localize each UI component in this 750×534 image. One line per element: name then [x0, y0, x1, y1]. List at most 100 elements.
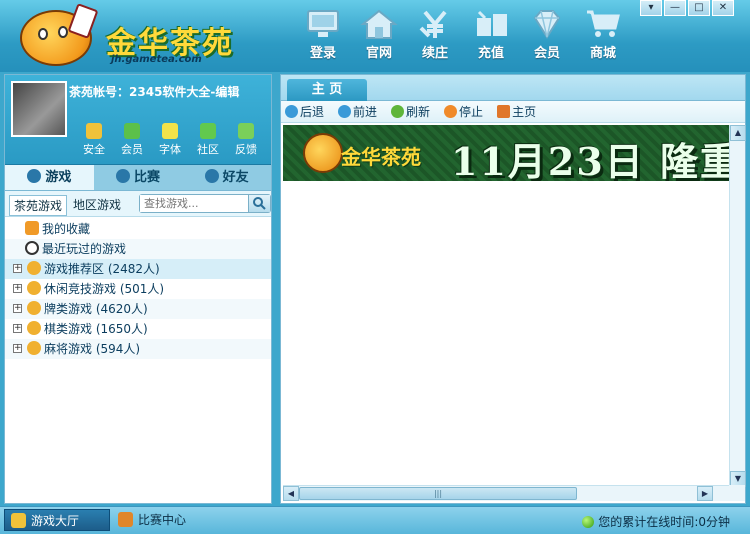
scroll-left-icon[interactable]: ◀: [283, 486, 299, 501]
back-button[interactable]: 后退: [285, 103, 324, 120]
banner-mascot: [303, 133, 343, 173]
scroll-up-icon[interactable]: ▲: [730, 125, 746, 141]
stop-button[interactable]: 停止: [444, 103, 483, 120]
tab-friends[interactable]: 好友: [182, 165, 271, 190]
online-time: 您的累计在线时间:0分钟: [582, 513, 730, 530]
search-icon: [253, 197, 266, 210]
game-group-icon: [27, 341, 41, 355]
tree-recent[interactable]: 最近玩过的游戏: [5, 239, 271, 259]
house-icon: [360, 9, 398, 39]
logo-url: jh.gametea.com: [111, 54, 202, 65]
game-group-icon: [27, 281, 41, 295]
tree-group-mahjong[interactable]: + 麻将游戏 (594人): [5, 339, 271, 359]
tree-favorites[interactable]: 我的收藏: [5, 219, 271, 239]
browser-toolbar: 后退 前进 刷新 停止 主页: [281, 101, 745, 123]
online-value: :0分钟: [694, 515, 730, 529]
promo-banner[interactable]: 金华茶苑 11月23日 隆重: [283, 125, 729, 181]
home-icon: [497, 105, 511, 118]
game-group-icon: [27, 261, 41, 275]
tab-home[interactable]: 主 页: [287, 79, 367, 101]
lock-icon: [86, 123, 102, 139]
tree-group-chess[interactable]: + 棋类游戏 (1650人): [5, 319, 271, 339]
horizontal-scrollbar[interactable]: ◀ ||| ▶: [283, 485, 729, 501]
crown-icon: [118, 512, 133, 527]
browser-panel: 主 页 后退 前进 刷新 停止 主页 金华茶苑 11月23日 隆重 ▲ ▼ ◀ …: [280, 74, 746, 504]
account-label: 茶苑帐号：: [69, 85, 130, 99]
tree-group-recommended[interactable]: + 游戏推荐区 (2482人): [5, 259, 271, 279]
left-panel: 茶苑帐号：2345软件大全-编辑 安全 会员 字体 社区 反馈 游戏 比赛 好友…: [4, 74, 272, 504]
account-line: 茶苑帐号：2345软件大全-编辑: [69, 83, 239, 100]
scroll-thumb[interactable]: |||: [299, 487, 577, 500]
hall-icon: [11, 513, 26, 528]
refresh-button[interactable]: 刷新: [391, 103, 430, 120]
diamond-icon: [533, 10, 561, 39]
monitor-icon: [307, 10, 339, 37]
game-group-icon: [27, 321, 41, 335]
stop-icon: [444, 105, 458, 118]
home-button[interactable]: 主页: [497, 103, 536, 120]
crown-icon: [116, 169, 130, 183]
game-subtabs: 茶苑游戏 地区游戏: [5, 191, 271, 217]
refresh-icon: [391, 105, 405, 118]
scroll-right-icon[interactable]: ▶: [697, 486, 713, 501]
expand-icon: +: [13, 263, 22, 273]
clock-icon: [25, 241, 39, 255]
yen-icon: [419, 10, 447, 38]
account-value: 2345软件大全-编辑: [129, 85, 240, 99]
tree-group-cards[interactable]: + 牌类游戏 (4620人): [5, 299, 271, 319]
title-bar: 金华茶苑 jh.gametea.com 登录 官网 续庄 充值 会员 商城 ▾: [0, 0, 750, 72]
banner-text: 11月23日 隆重: [451, 139, 729, 181]
nav-login[interactable]: 登录: [295, 8, 351, 66]
back-arrow-icon: [285, 105, 298, 118]
nav-shop[interactable]: 商城: [575, 8, 631, 66]
subtab-tea-games[interactable]: 茶苑游戏: [9, 195, 68, 216]
tab-games[interactable]: 游戏: [5, 165, 94, 190]
game-group-icon: [27, 301, 41, 315]
tool-feedback[interactable]: 反馈: [231, 123, 261, 157]
member-icon: [124, 123, 140, 139]
user-tools: 安全 会员 字体 社区 反馈: [79, 123, 261, 157]
nav-renew[interactable]: 续庄: [407, 8, 463, 66]
status-bar: 游戏大厅 比赛中心 您的累计在线时间:0分钟: [0, 506, 750, 534]
subtab-region-games[interactable]: 地区游戏: [69, 195, 125, 214]
tool-member[interactable]: 会员: [117, 123, 147, 157]
banner-logo: 金华茶苑: [341, 145, 421, 169]
avatar[interactable]: [11, 81, 67, 137]
expand-icon: +: [13, 343, 22, 353]
nav-member[interactable]: 会员: [519, 8, 575, 66]
cart-icon: [587, 10, 620, 37]
feedback-icon: [238, 123, 254, 139]
game-hall-button[interactable]: 游戏大厅: [4, 509, 110, 531]
spade-icon: [27, 169, 42, 183]
forward-button[interactable]: 前进: [338, 103, 377, 120]
online-status-icon: [582, 516, 595, 528]
nav-recharge[interactable]: 充值: [463, 8, 519, 66]
forward-arrow-icon: [338, 105, 352, 118]
app-logo: 金华茶苑 jh.gametea.com: [8, 3, 243, 68]
browser-tabs: 主 页: [281, 75, 745, 101]
tree-group-casual[interactable]: + 休闲竞技游戏 (501人): [5, 279, 271, 299]
expand-icon: +: [13, 303, 22, 313]
nav-official-site[interactable]: 官网: [351, 8, 407, 66]
maximize-button[interactable]: □: [688, 0, 710, 16]
tab-match[interactable]: 比赛: [94, 165, 183, 190]
menu-dropdown-button[interactable]: ▾: [640, 0, 662, 16]
close-button[interactable]: ✕: [712, 0, 734, 16]
vertical-scrollbar[interactable]: ▲ ▼: [729, 125, 746, 487]
match-center-button[interactable]: 比赛中心: [112, 509, 220, 531]
tool-font[interactable]: 字体: [155, 123, 185, 157]
left-tabs: 游戏 比赛 好友: [5, 165, 271, 191]
tool-security[interactable]: 安全: [79, 123, 109, 157]
expand-icon: +: [13, 323, 22, 333]
minimize-button[interactable]: —: [664, 0, 686, 16]
tool-community[interactable]: 社区: [193, 123, 223, 157]
game-search: [139, 194, 271, 213]
search-button[interactable]: [248, 195, 270, 212]
game-tree: 我的收藏 最近玩过的游戏 + 游戏推荐区 (2482人) + 休闲竞技游戏 (501…: [5, 217, 271, 359]
expand-icon: +: [13, 283, 22, 293]
person-icon: [204, 169, 219, 183]
community-icon: [200, 123, 216, 139]
search-input[interactable]: [140, 195, 240, 212]
window-controls: ▾ — □ ✕: [640, 0, 734, 16]
recharge-icon: [477, 10, 507, 36]
